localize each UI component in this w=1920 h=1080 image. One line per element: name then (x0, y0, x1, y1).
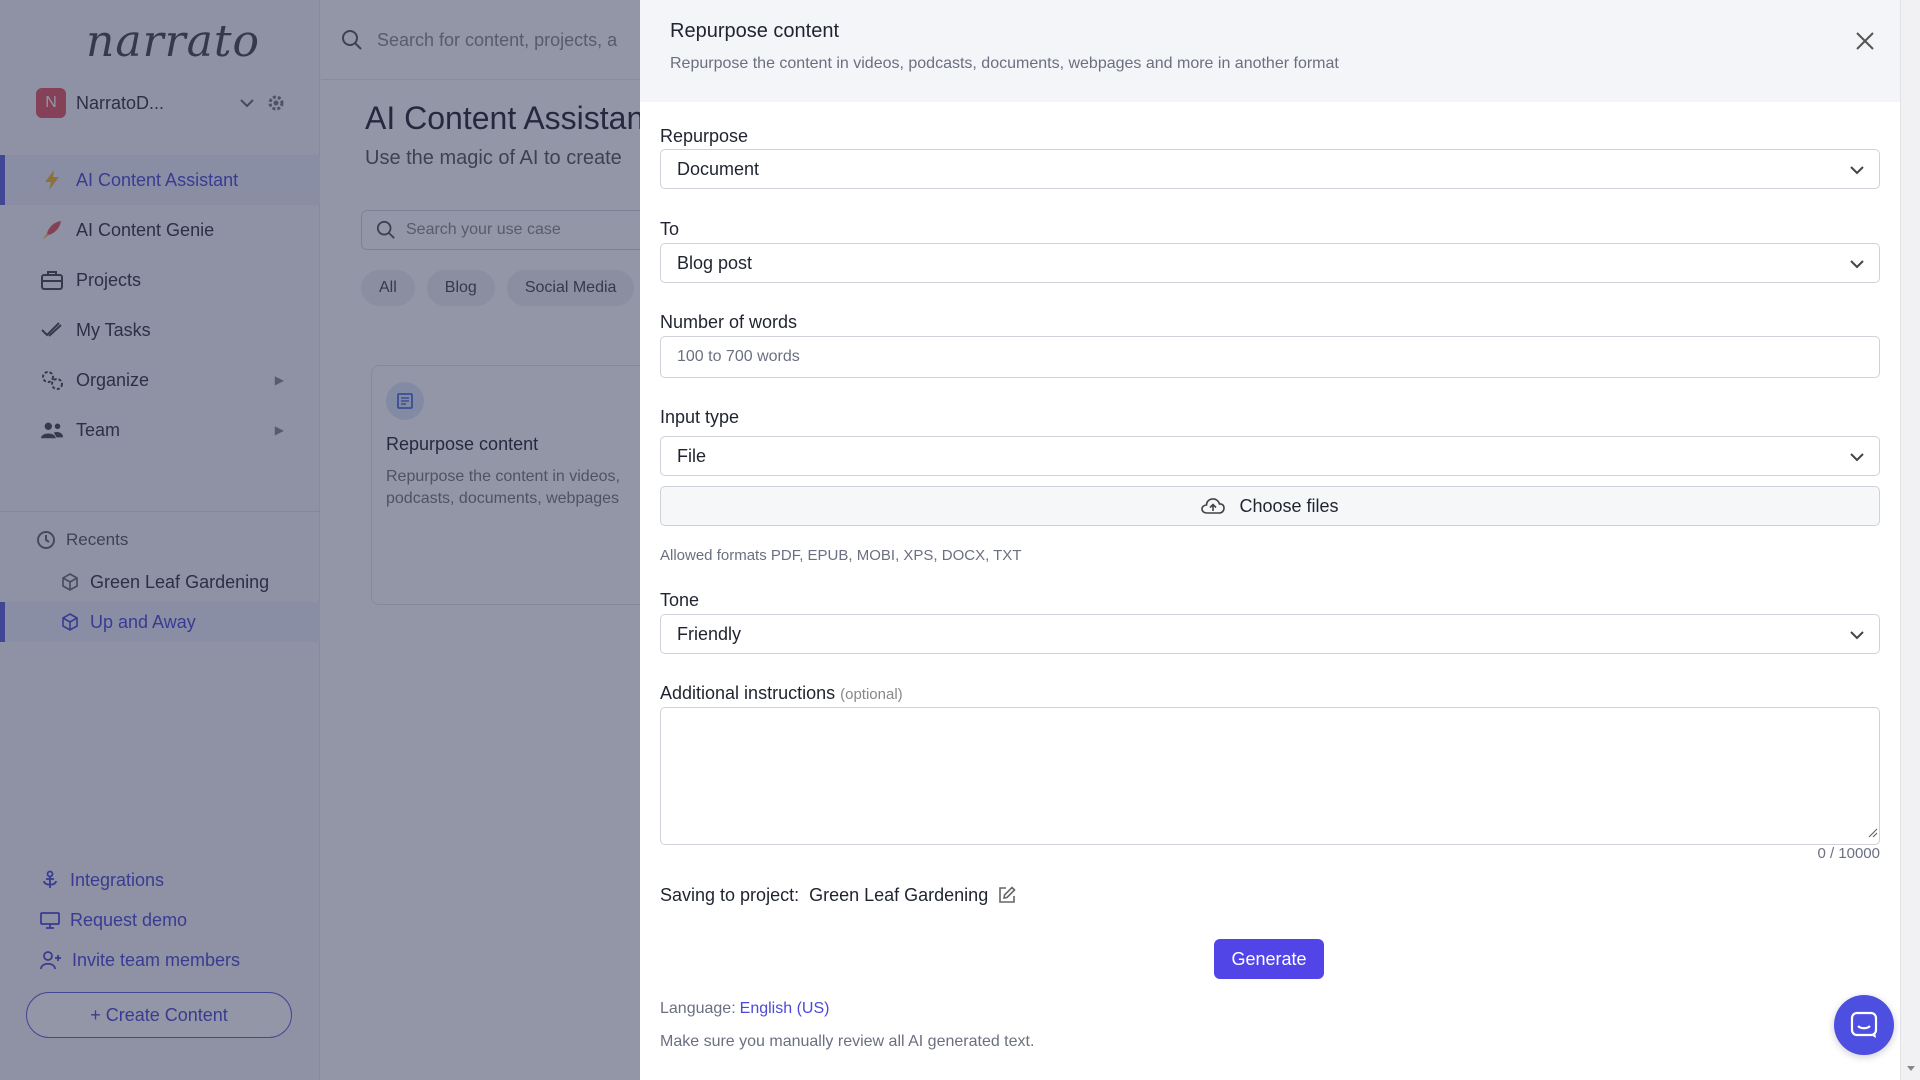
scroll-down-arrow-icon[interactable] (1907, 1066, 1915, 1071)
panel-subtitle: Repurpose the content in videos, podcast… (670, 55, 1339, 72)
character-counter: 0 / 10000 (1817, 845, 1880, 862)
number-of-words-input[interactable] (660, 336, 1880, 378)
choose-files-label: Choose files (1239, 495, 1339, 516)
language-link[interactable]: English (US) (740, 1000, 830, 1017)
number-of-words-label: Number of words (660, 312, 798, 332)
generate-button[interactable]: Generate (1214, 939, 1324, 979)
language-label: Language: (660, 1000, 736, 1017)
additional-instructions-textarea[interactable] (660, 707, 1880, 845)
tone-label: Tone (660, 590, 700, 610)
saving-to-project: Saving to project: Green Leaf Gardening (660, 882, 1016, 908)
page-scrollbar[interactable] (1900, 0, 1920, 1080)
chevron-down-icon (1850, 260, 1864, 269)
repurpose-label: Repurpose (660, 126, 749, 146)
repurpose-content-panel: Repurpose content Repurpose the content … (640, 0, 1900, 1080)
close-button[interactable] (1850, 26, 1880, 56)
to-select[interactable]: Blog post (660, 243, 1880, 283)
to-select-value: Blog post (677, 252, 753, 273)
repurpose-select[interactable]: Document (660, 149, 1880, 189)
choose-files-button[interactable]: Choose files (660, 486, 1880, 526)
input-type-select-value: File (677, 445, 707, 466)
chevron-down-icon (1850, 631, 1864, 640)
tone-select-value: Friendly (677, 623, 742, 644)
language-line: Language: English (US) (660, 1000, 829, 1018)
chevron-down-icon (1850, 166, 1864, 175)
chat-support-button[interactable] (1834, 995, 1894, 1055)
saving-label: Saving to project: (660, 884, 800, 905)
edit-icon[interactable] (998, 886, 1016, 904)
tone-select[interactable]: Friendly (660, 614, 1880, 654)
allowed-formats-hint: Allowed formats PDF, EPUB, MOBI, XPS, DO… (660, 547, 1022, 564)
additional-instructions-text: Additional instructions (660, 683, 836, 703)
repurpose-select-value: Document (677, 158, 760, 179)
optional-tag: (optional) (840, 686, 903, 703)
cloud-upload-icon (1201, 498, 1226, 514)
additional-instructions-label: Additional instructions (optional) (660, 683, 903, 704)
resize-grip-icon[interactable] (1866, 826, 1878, 838)
input-type-select[interactable]: File (660, 436, 1880, 476)
chat-icon (1850, 1011, 1878, 1038)
saving-project-name: Green Leaf Gardening (809, 884, 989, 905)
input-type-label: Input type (660, 407, 740, 427)
chevron-down-icon (1850, 453, 1864, 462)
panel-header: Repurpose content Repurpose the content … (640, 0, 1900, 102)
panel-title: Repurpose content (670, 20, 840, 42)
close-icon (1856, 32, 1874, 50)
review-note: Make sure you manually review all AI gen… (660, 1033, 1035, 1050)
to-label: To (660, 219, 680, 239)
